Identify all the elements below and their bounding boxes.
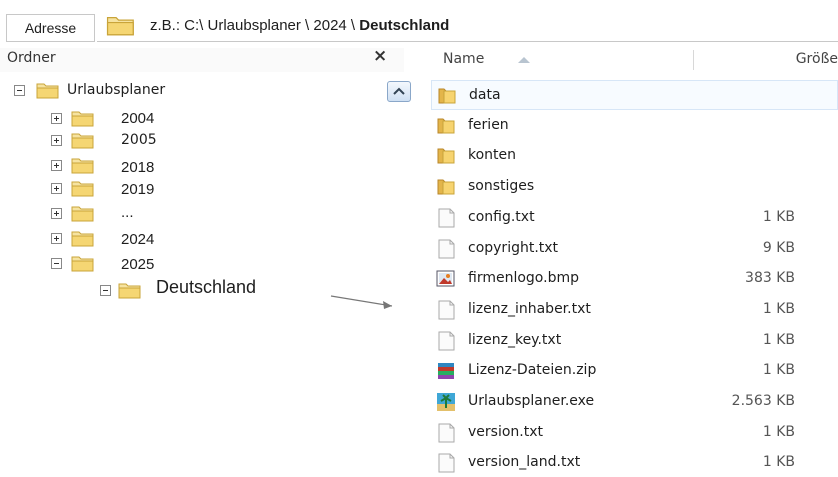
file-name: firmenlogo.bmp — [468, 270, 579, 287]
folder-icon — [106, 17, 134, 36]
file-row[interactable]: sonstiges — [431, 172, 838, 200]
expand-icon[interactable] — [51, 113, 62, 124]
file-row[interactable]: lizenz_inhaber.txt 1 KB — [431, 295, 838, 323]
files-pane-header: Name Größe — [423, 48, 838, 72]
file-row[interactable]: Urlaubsplaner.exe 2.563 KB — [431, 387, 838, 415]
text-file-icon — [436, 453, 456, 473]
expand-icon[interactable] — [51, 135, 62, 146]
file-name: lizenz_inhaber.txt — [468, 300, 591, 317]
file-size: 1 KB — [762, 423, 795, 440]
folder-icon — [36, 81, 60, 99]
folder-icon — [436, 177, 456, 197]
file-name: ferien — [468, 116, 509, 133]
file-row[interactable]: data — [431, 80, 838, 110]
file-row[interactable]: Lizenz-Dateien.zip 1 KB — [431, 356, 838, 384]
file-name: copyright.txt — [468, 239, 559, 256]
folder-icon — [71, 156, 95, 174]
file-size: 2.563 KB — [731, 393, 795, 409]
tree-item-label: 2005 — [121, 132, 157, 148]
folder-icon — [71, 204, 95, 222]
file-row[interactable]: version_land.txt 1 KB — [431, 448, 838, 476]
tree-item-label: Urlaubsplaner — [67, 82, 166, 98]
file-row[interactable]: konten — [431, 141, 838, 169]
scroll-up-button[interactable] — [387, 81, 411, 102]
close-icon[interactable]: × — [373, 46, 387, 66]
text-file-icon — [436, 331, 456, 351]
folder-icon — [71, 254, 95, 272]
divider — [97, 41, 838, 42]
file-size: 383 KB — [745, 270, 795, 287]
address-path-current: Deutschland — [359, 17, 450, 34]
file-row[interactable]: firmenlogo.bmp 383 KB — [431, 264, 838, 292]
file-row[interactable]: config.txt 1 KB — [431, 203, 838, 231]
address-bar: Adresse z.B.: C:\ Urlaubsplaner \ 2024 \… — [0, 0, 838, 42]
file-row[interactable]: copyright.txt 9 KB — [431, 234, 838, 262]
folder-icon — [71, 131, 95, 149]
text-file-icon — [436, 208, 456, 228]
collapse-icon[interactable] — [100, 285, 111, 296]
expand-icon[interactable] — [51, 233, 62, 244]
address-path[interactable]: z.B.: C:\ Urlaubsplaner \ 2024 \ Deutsch… — [150, 17, 449, 34]
folder-icon — [118, 281, 142, 299]
tree-item-label: 2024 — [121, 231, 155, 248]
folder-icon — [436, 146, 456, 166]
file-size: 1 KB — [762, 362, 795, 379]
column-header-name[interactable]: Name — [443, 51, 484, 67]
folder-icon — [71, 229, 95, 247]
file-size: 1 KB — [762, 331, 795, 348]
file-name: lizenz_key.txt — [468, 331, 562, 348]
address-label: Adresse — [6, 14, 95, 42]
image-file-icon — [436, 269, 456, 289]
collapse-icon[interactable] — [14, 85, 25, 96]
text-file-icon — [436, 239, 456, 259]
folder-icon — [71, 179, 95, 197]
file-name: Lizenz-Dateien.zip — [468, 362, 597, 379]
tree-item-label: 2019 — [121, 181, 155, 198]
file-name: konten — [468, 147, 517, 164]
folders-pane-header: Ordner × — [0, 46, 404, 72]
file-size: 1 KB — [762, 208, 795, 225]
file-size: 1 KB — [762, 454, 795, 471]
tree-item-label: 2025 — [121, 256, 155, 273]
file-name: config.txt — [468, 208, 535, 225]
collapse-icon[interactable] — [51, 258, 62, 269]
file-name: Urlaubsplaner.exe — [468, 393, 595, 409]
callout-label: Deutschland — [156, 277, 257, 297]
tree-item-label: ... — [121, 204, 134, 221]
file-size: 1 KB — [762, 300, 795, 317]
address-path-prefix: z.B.: C:\ Urlaubsplaner \ 2024 \ — [150, 17, 360, 34]
column-divider[interactable] — [693, 50, 694, 70]
file-name: data — [469, 87, 501, 103]
text-file-icon — [436, 300, 456, 320]
expand-icon[interactable] — [51, 183, 62, 194]
file-list: data ferien konten sonstiges config.txt 1 KB c… — [423, 80, 838, 473]
file-size: 9 KB — [762, 239, 795, 256]
tree-item-label: 2018 — [121, 159, 155, 176]
archive-file-icon — [436, 361, 456, 381]
column-header-size[interactable]: Größe — [796, 51, 838, 67]
file-name: version.txt — [468, 423, 543, 440]
text-file-icon — [436, 423, 456, 443]
expand-icon[interactable] — [51, 208, 62, 219]
file-row[interactable]: lizenz_key.txt 1 KB — [431, 326, 838, 354]
expand-icon[interactable] — [51, 160, 62, 171]
file-name: version_land.txt — [468, 454, 581, 471]
folder-icon — [437, 86, 457, 106]
file-row[interactable]: ferien — [431, 111, 838, 139]
folder-icon — [436, 116, 456, 136]
folder-icon — [71, 109, 95, 127]
folders-pane-title: Ordner — [7, 50, 56, 66]
app-exe-icon — [436, 392, 456, 412]
sort-ascending-icon — [518, 57, 530, 63]
file-row[interactable]: version.txt 1 KB — [431, 418, 838, 446]
file-name: sonstiges — [468, 178, 535, 195]
chevron-up-icon — [393, 87, 405, 95]
tree-item-label: 2004 — [121, 110, 155, 127]
